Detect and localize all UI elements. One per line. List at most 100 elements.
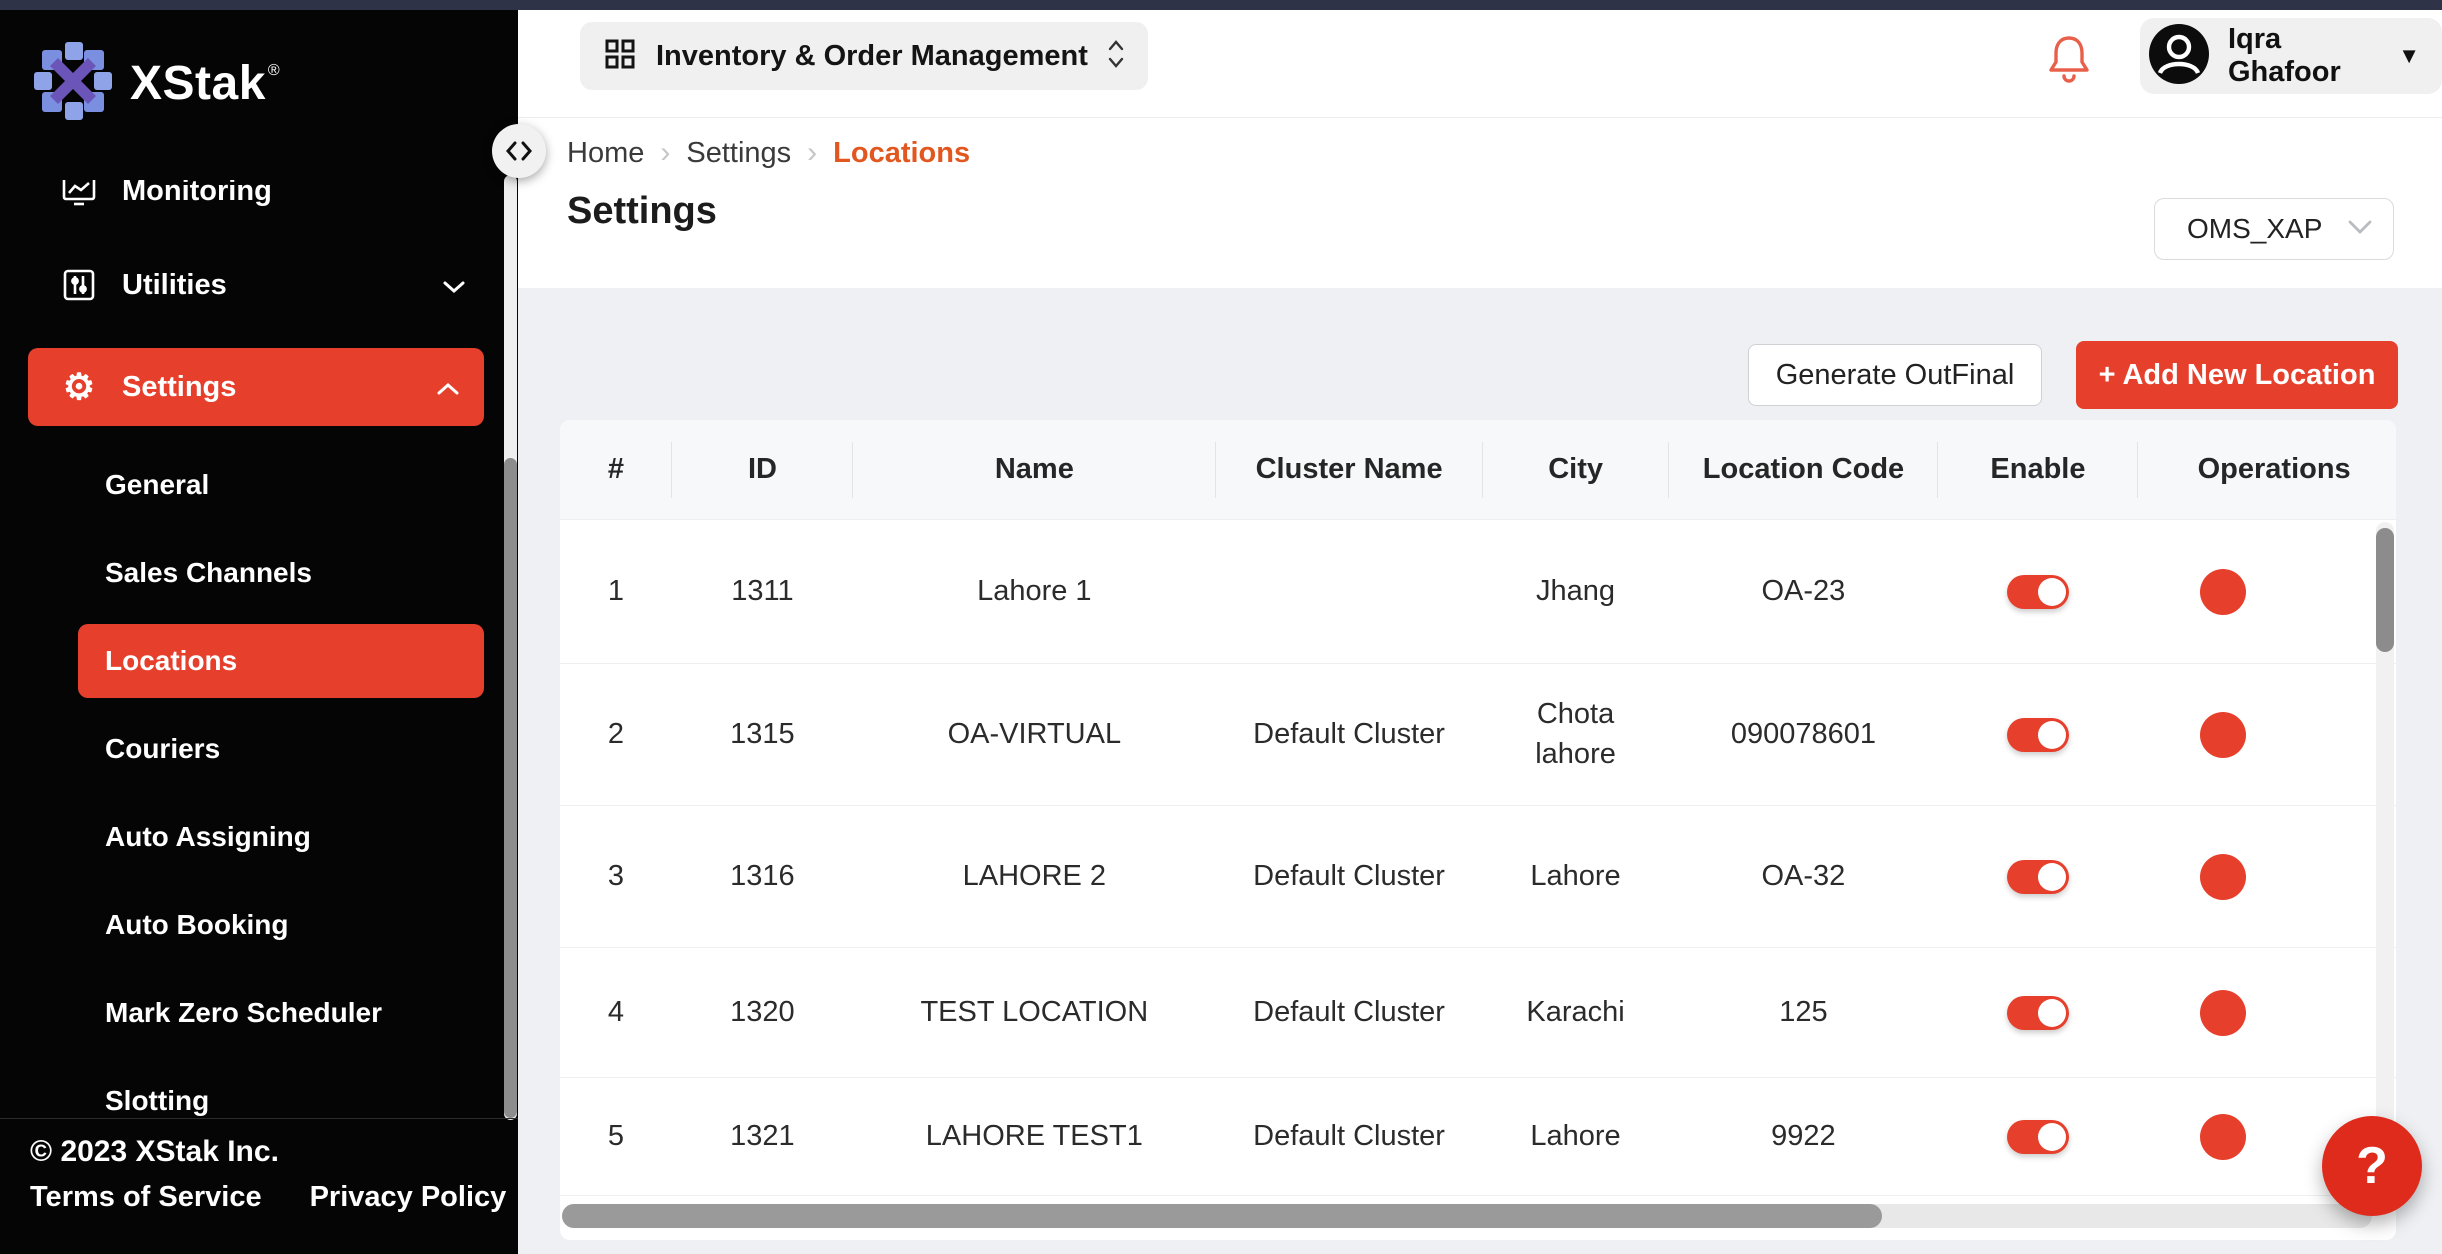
cell-name: OA-VIRTUAL <box>853 664 1216 805</box>
brand-registered-mark: ® <box>268 62 280 79</box>
sidebar-item-label: Settings <box>122 371 236 404</box>
locations-table-card: # ID Name Cluster Name City Location Cod… <box>560 420 2396 1240</box>
app-switcher[interactable]: Inventory & Order Management <box>580 22 1148 90</box>
sidebar-item-settings[interactable]: ⚙ Settings <box>28 348 484 426</box>
cell-city: Lahore <box>1483 806 1669 947</box>
question-mark-icon: ? <box>2356 1136 2388 1196</box>
enable-toggle[interactable] <box>2007 718 2069 752</box>
page-header: Home › Settings › Locations Settings OMS… <box>518 118 2442 288</box>
column-header-index: # <box>560 420 672 519</box>
breadcrumb-settings[interactable]: Settings <box>686 137 791 170</box>
page-title: Settings <box>567 190 717 233</box>
sidebar-item-label: Auto Assigning <box>105 821 311 853</box>
window-top-strip <box>0 0 2442 10</box>
user-menu[interactable]: Iqra Ghafoor ▼ <box>2140 18 2442 94</box>
edit-location-button[interactable] <box>2200 712 2246 758</box>
sidebar-item-monitoring[interactable]: Monitoring <box>0 180 518 226</box>
sidebar-item-label: Auto Booking <box>105 909 289 941</box>
cell-city: Chota lahore <box>1483 664 1669 805</box>
sidebar-item-couriers[interactable]: Couriers <box>78 712 484 786</box>
edit-location-button[interactable] <box>2200 854 2246 900</box>
user-name: Iqra Ghafoor <box>2228 23 2380 89</box>
terms-of-service-link[interactable]: Terms of Service <box>30 1181 262 1214</box>
notifications-button[interactable] <box>2046 32 2092 93</box>
sidebar-collapse-button[interactable] <box>492 124 546 178</box>
cell-location-code: OA-23 <box>1669 520 1939 663</box>
enable-toggle[interactable] <box>2007 1120 2069 1154</box>
enable-toggle[interactable] <box>2007 996 2069 1030</box>
table-row: 2 1315 OA-VIRTUAL Default Cluster Chota … <box>560 664 2396 806</box>
add-new-location-button[interactable]: + Add New Location <box>2076 341 2398 409</box>
sidebar-item-label: Slotting <box>105 1085 209 1117</box>
topbar: Inventory & Order Management Iqra Ghafoo… <box>518 10 2442 118</box>
collapse-chevrons-icon <box>504 141 534 161</box>
sidebar-item-slotting[interactable]: Slotting <box>78 1064 484 1118</box>
enable-toggle[interactable] <box>2007 575 2069 609</box>
chevron-up-icon <box>436 371 460 404</box>
help-button[interactable]: ? <box>2322 1116 2422 1216</box>
cell-city: Karachi <box>1483 948 1669 1077</box>
cell-operations <box>2138 664 2396 805</box>
cell-operations <box>2138 520 2396 663</box>
sidebar-item-general[interactable]: General <box>78 448 484 522</box>
monitor-icon <box>60 180 98 209</box>
sidebar-item-label: Couriers <box>105 733 220 765</box>
bell-icon <box>2046 32 2092 88</box>
cell-cluster <box>1216 520 1483 663</box>
chevron-down-icon <box>442 269 466 302</box>
sidebar-menu: Monitoring Utilities ⚙ Settings <box>0 180 518 1118</box>
brand-logo[interactable]: XStak® <box>30 38 278 129</box>
breadcrumb-home[interactable]: Home <box>567 137 644 170</box>
cell-city: Lahore <box>1483 1078 1669 1195</box>
xstak-logo-icon <box>30 38 116 129</box>
caret-down-icon: ▼ <box>2398 43 2420 69</box>
cell-index: 5 <box>560 1078 672 1195</box>
brand-name: XStak <box>130 57 266 110</box>
store-select-dropdown[interactable]: OMS_XAP <box>2154 198 2394 260</box>
sidebar-item-label: Utilities <box>122 269 227 302</box>
table-header-row: # ID Name Cluster Name City Location Cod… <box>560 420 2396 520</box>
table-vertical-scrollbar-thumb[interactable] <box>2376 528 2394 652</box>
breadcrumb-locations: Locations <box>833 137 970 170</box>
select-chevrons-icon <box>1108 39 1124 74</box>
sidebar-footer: © 2023 XStak Inc. Terms of Service Priva… <box>0 1118 518 1254</box>
edit-location-button[interactable] <box>2200 1114 2246 1160</box>
privacy-policy-link[interactable]: Privacy Policy <box>310 1181 507 1214</box>
sidebar-item-auto-booking[interactable]: Auto Booking <box>78 888 484 962</box>
edit-location-button[interactable] <box>2200 990 2246 1036</box>
cell-enable <box>1938 1078 2137 1195</box>
cell-location-code: 090078601 <box>1669 664 1939 805</box>
sidebar-item-sales-channels[interactable]: Sales Channels <box>78 536 484 610</box>
cell-enable <box>1938 520 2137 663</box>
cell-index: 2 <box>560 664 672 805</box>
table-row: 1 1311 Lahore 1 Jhang OA-23 <box>560 520 2396 664</box>
table-row: 3 1316 LAHORE 2 Default Cluster Lahore O… <box>560 806 2396 948</box>
cell-index: 4 <box>560 948 672 1077</box>
column-header-location-code: Location Code <box>1669 420 1939 519</box>
sidebar-item-mark-zero-scheduler[interactable]: Mark Zero Scheduler <box>78 976 484 1050</box>
column-header-id: ID <box>672 420 853 519</box>
cell-name: Lahore 1 <box>853 520 1216 663</box>
sidebar-item-auto-assigning[interactable]: Auto Assigning <box>78 800 484 874</box>
cell-index: 1 <box>560 520 672 663</box>
cell-cluster: Default Cluster <box>1216 806 1483 947</box>
cell-name: TEST LOCATION <box>853 948 1216 1077</box>
sidebar-item-utilities[interactable]: Utilities <box>0 250 518 320</box>
cell-id: 1321 <box>672 1078 853 1195</box>
column-header-name: Name <box>853 420 1216 519</box>
enable-toggle[interactable] <box>2007 860 2069 894</box>
generate-outfinal-button[interactable]: Generate OutFinal <box>1748 344 2042 406</box>
column-header-cluster-name: Cluster Name <box>1216 420 1483 519</box>
breadcrumb-separator: › <box>807 136 817 170</box>
copyright-text: © 2023 XStak Inc. <box>30 1135 518 1169</box>
cell-location-code: 9922 <box>1669 1078 1939 1195</box>
cell-name: LAHORE 2 <box>853 806 1216 947</box>
chevron-down-icon <box>2347 219 2373 240</box>
sidebar-item-label: Sales Channels <box>105 557 312 589</box>
sidebar-scrollbar-thumb[interactable] <box>504 458 517 1118</box>
sliders-icon <box>60 267 98 303</box>
table-horizontal-scrollbar-thumb[interactable] <box>562 1204 1882 1228</box>
sidebar-item-locations[interactable]: Locations <box>78 624 484 698</box>
cell-cluster: Default Cluster <box>1216 948 1483 1077</box>
edit-location-button[interactable] <box>2200 569 2246 615</box>
